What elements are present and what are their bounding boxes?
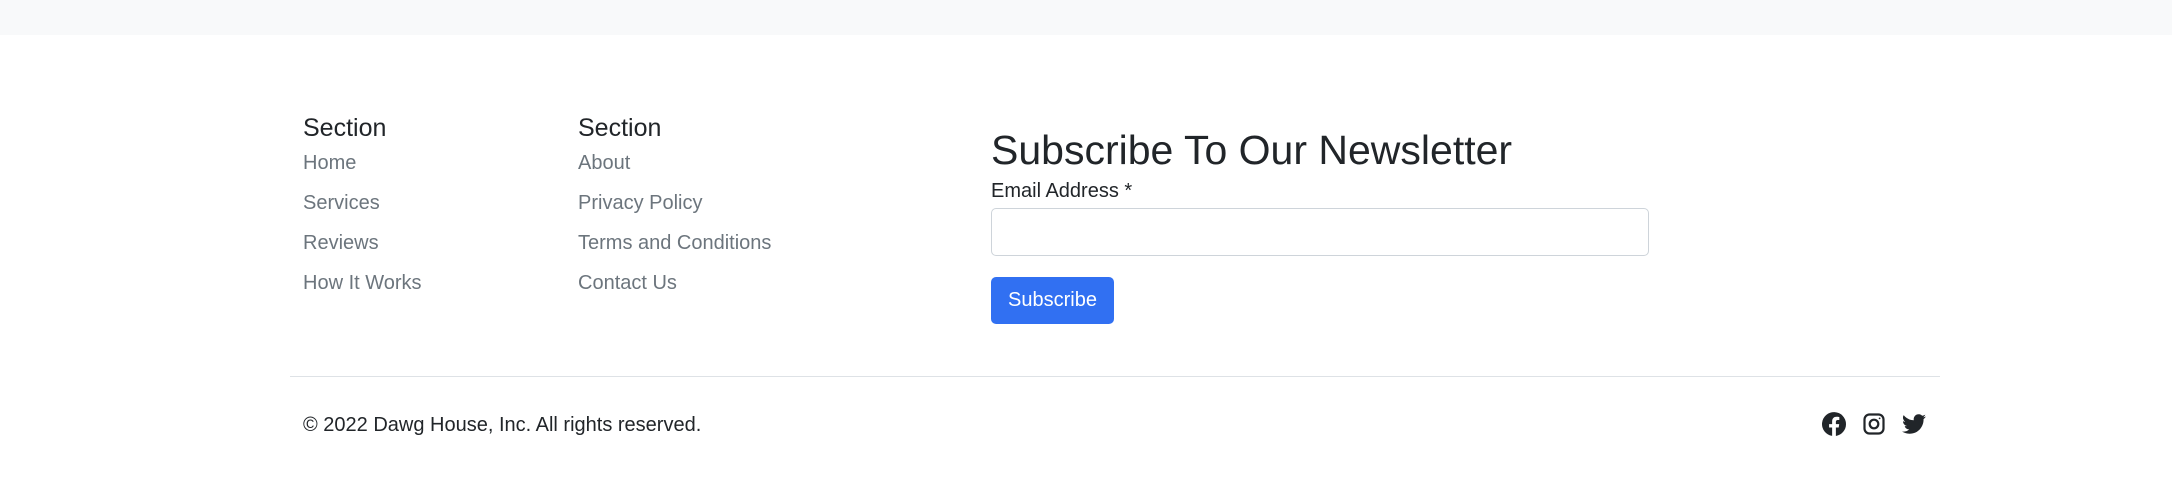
list-item: Home bbox=[303, 150, 422, 190]
subscribe-button[interactable]: Subscribe bbox=[991, 277, 1114, 324]
top-strip bbox=[0, 0, 2172, 35]
list-item: Privacy Policy bbox=[578, 190, 771, 230]
newsletter-form: Subscribe To Our Newsletter Email Addres… bbox=[991, 125, 1651, 324]
list-item: About bbox=[578, 150, 771, 190]
column-heading: Section bbox=[303, 114, 387, 142]
link-privacy-policy[interactable]: Privacy Policy bbox=[578, 192, 702, 214]
link-list: About Privacy Policy Terms and Condition… bbox=[578, 150, 771, 310]
copyright-text: © 2022 Dawg House, Inc. All rights reser… bbox=[303, 414, 702, 436]
footer-column-2: Section About Privacy Policy Terms and C… bbox=[578, 113, 771, 310]
email-label: Email Address * bbox=[991, 180, 1133, 202]
list-item: Contact Us bbox=[578, 270, 771, 310]
email-field[interactable] bbox=[991, 208, 1649, 256]
link-services[interactable]: Services bbox=[303, 192, 380, 214]
link-home[interactable]: Home bbox=[303, 152, 356, 174]
twitter-link[interactable] bbox=[1902, 412, 1926, 436]
social-links bbox=[1822, 412, 1926, 436]
column-heading: Section bbox=[578, 114, 662, 142]
footer-divider bbox=[290, 376, 1940, 377]
instagram-link[interactable] bbox=[1862, 412, 1886, 436]
list-item: Reviews bbox=[303, 230, 422, 270]
site-footer: Section Home Services Reviews How It Wor… bbox=[290, 35, 1940, 491]
list-item: How It Works bbox=[303, 270, 422, 310]
facebook-icon bbox=[1822, 412, 1846, 436]
twitter-icon bbox=[1902, 414, 1926, 434]
link-list: Home Services Reviews How It Works bbox=[303, 150, 422, 310]
link-terms-and-conditions[interactable]: Terms and Conditions bbox=[578, 232, 771, 254]
social-item bbox=[1862, 412, 1886, 436]
facebook-link[interactable] bbox=[1822, 412, 1846, 436]
instagram-icon bbox=[1863, 413, 1885, 435]
link-how-it-works[interactable]: How It Works bbox=[303, 272, 422, 294]
social-item bbox=[1822, 412, 1846, 436]
link-reviews[interactable]: Reviews bbox=[303, 232, 379, 254]
list-item: Services bbox=[303, 190, 422, 230]
social-item bbox=[1902, 412, 1926, 436]
link-about[interactable]: About bbox=[578, 152, 630, 174]
link-contact-us[interactable]: Contact Us bbox=[578, 272, 677, 294]
newsletter-title: Subscribe To Our Newsletter bbox=[991, 127, 1513, 173]
list-item: Terms and Conditions bbox=[578, 230, 771, 270]
footer-column-1: Section Home Services Reviews How It Wor… bbox=[303, 113, 422, 310]
